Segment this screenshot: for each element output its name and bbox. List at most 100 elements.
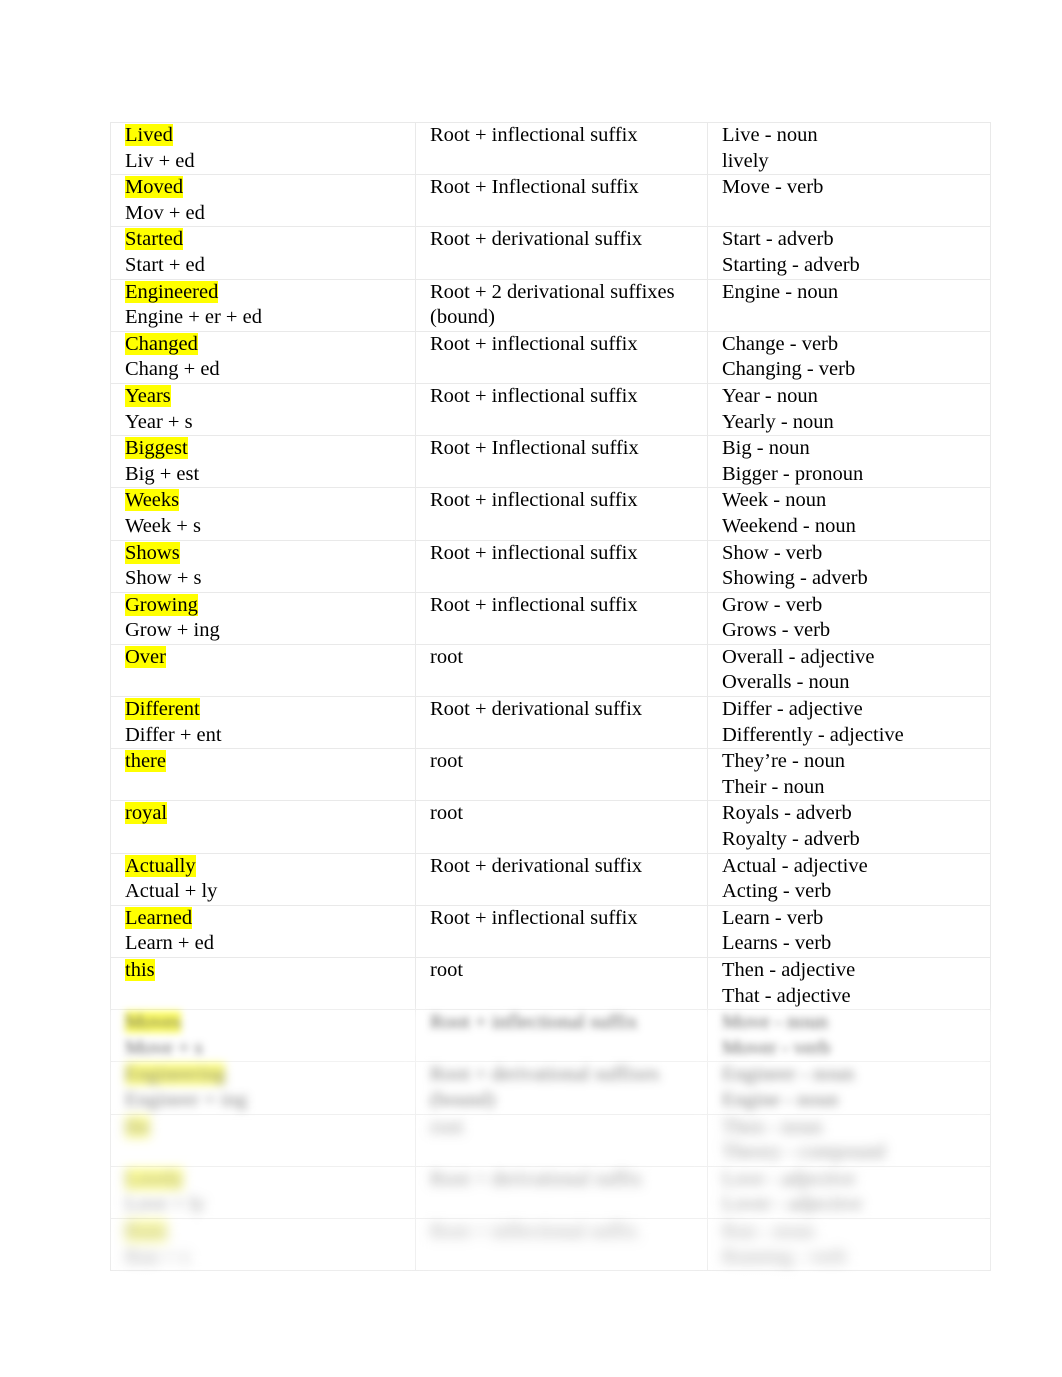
cell-word: Runs Run + s (110, 1217, 416, 1272)
structure-line: Root + inflectional suffix (430, 124, 638, 146)
structure-line: Root + Inflectional suffix (430, 437, 639, 460)
structure-line-2 (430, 670, 707, 696)
related-form-2: lively (722, 149, 769, 172)
structure-line: root (430, 645, 464, 668)
related-form-1: Then - noun (722, 1115, 823, 1138)
cell-related-forms: Week - noun Weekend - noun (707, 487, 991, 541)
cell-word: Started Start + ed (110, 226, 416, 280)
related-form-2: Mover - verb (722, 1036, 831, 1059)
related-form-2: Grows - verb (722, 619, 831, 642)
related-form-2: Running - verb (722, 1245, 847, 1268)
table-row: Actually Actual + ly Root + derivational s… (110, 852, 991, 906)
cell-word: there (110, 748, 416, 802)
related-form-1: Live - noun (722, 124, 818, 146)
cell-structure: Root + 2 derivational suffixes (bound) (415, 278, 708, 332)
table-row: Lived Liv + ed Root + inflectional suffix L… (110, 121, 991, 176)
word-line: Lovely (125, 1167, 415, 1193)
cell-word: Moves Move + s (110, 1009, 416, 1063)
structure-line-2 (430, 566, 707, 592)
highlighted-word: the (125, 1115, 151, 1138)
structure-line-2 (430, 201, 707, 227)
cell-structure: Root + Inflectional suffix (415, 174, 708, 228)
related-form-2 (722, 201, 990, 227)
highlighted-word: Growing (125, 593, 198, 616)
decomposition-line (125, 827, 415, 853)
highlighted-word: Different (125, 698, 200, 721)
related-form-2: Acting - verb (722, 880, 832, 903)
table-row: Weeks Week + s Root + inflectional suffix W… (110, 487, 991, 541)
cell-related-forms: Engine - noun (707, 278, 991, 332)
cell-structure: Root + derivational suffix (415, 1165, 708, 1219)
structure-line-2 (430, 149, 707, 175)
decomposition-line: Engineer + ing (125, 1088, 247, 1111)
cell-word: this (110, 956, 416, 1011)
cell-related-forms: Grow - verb Grows - verb (707, 591, 991, 645)
cell-related-forms: Show - verb Showing - adverb (707, 539, 991, 593)
cell-structure: Root + inflectional suffix (415, 1009, 708, 1063)
word-line: Runs (125, 1219, 415, 1245)
related-form-1: Run - noun (722, 1219, 815, 1242)
related-form-1: Actual - adjective (722, 854, 868, 877)
word-line: Years (125, 384, 415, 410)
table-row: Engineering Engineer + ing Root + derivati… (110, 1061, 991, 1115)
related-form-1: Overall - adjective (722, 645, 875, 668)
highlighted-word: Runs (125, 1219, 168, 1242)
decomposition-line: Liv + ed (125, 149, 195, 172)
page-bottom-fade (0, 1272, 1062, 1377)
cell-word: Actually Actual + ly (110, 852, 416, 906)
cell-related-forms: Then - noun Theory - compound (707, 1113, 991, 1167)
structure-line-2 (430, 462, 707, 488)
table-row: Different Differ + ent Root + derivational… (110, 696, 991, 750)
highlighted-word: Lovely (125, 1167, 184, 1190)
structure-line: Root + derivational suffixes (430, 1063, 660, 1086)
structure-line-2 (430, 1192, 707, 1218)
decomposition-line (125, 984, 415, 1010)
cell-related-forms: Royals - adverb Royalty - adverb (707, 800, 991, 854)
cell-structure: Root + inflectional suffix (415, 904, 708, 959)
decomposition-line: Chang + ed (125, 358, 220, 381)
cell-related-forms: Change - verb Changing - verb (707, 330, 991, 384)
related-form-2: Royalty - adverb (722, 828, 860, 851)
related-form-2: Overalls - noun (722, 671, 850, 694)
related-form-1: Big - noun (722, 437, 810, 460)
cell-structure: root (415, 800, 708, 854)
word-line: this (125, 958, 415, 984)
structure-line: Root + derivational suffix (430, 854, 643, 877)
word-line: Biggest (125, 436, 415, 462)
cell-structure: root (415, 643, 708, 698)
highlighted-word: Shows (125, 541, 180, 564)
cell-structure: Root + inflectional suffix (415, 121, 708, 176)
word-line: the (125, 1115, 415, 1141)
cell-structure: Root + inflectional suffix (415, 539, 708, 593)
cell-word: Lived Liv + ed (110, 121, 416, 176)
related-form-1: Love - adjective (722, 1167, 856, 1190)
decomposition-line: Week + s (125, 514, 201, 537)
word-line: Moves (125, 1010, 415, 1036)
structure-line: Root + inflectional suffix (430, 541, 638, 564)
structure-line-2 (430, 1036, 707, 1062)
word-line: Different (125, 697, 415, 723)
related-form-2: Their - noun (722, 775, 825, 798)
word-line: Engineered (125, 280, 415, 306)
related-form-2: Engine - noun (722, 1088, 839, 1111)
word-line: Over (125, 645, 415, 671)
cell-related-forms: Start - adverb Starting - adverb (707, 226, 991, 280)
cell-related-forms: Year - noun Yearly - noun (707, 382, 991, 437)
cell-word: Different Differ + ent (110, 696, 416, 750)
cell-structure: Root + inflectional suffix (415, 487, 708, 541)
table-row: Runs Run + s Root + inflectional suffix Run… (110, 1217, 991, 1272)
table-row: royal root Royals - adverb Royalty - adverb (110, 800, 991, 854)
cell-related-forms: Differ - adjective Differently - adjectiv… (707, 696, 991, 750)
word-line: Started (125, 227, 415, 253)
cell-related-forms: Overall - adjective Overalls - noun (707, 643, 991, 698)
decomposition-line: Run + s (125, 1245, 189, 1268)
highlighted-word: Engineered (125, 280, 219, 303)
related-form-1: Royals - adverb (722, 802, 852, 825)
structure-line: Root + inflectional suffix (430, 384, 638, 407)
related-form-2: Showing - adverb (722, 567, 868, 590)
cell-structure: root (415, 1113, 708, 1167)
table-row: Moved Mov + ed Root + Inflectional suffix M… (110, 174, 991, 228)
cell-structure: root (415, 956, 708, 1011)
structure-line-2 (430, 879, 707, 905)
table-row: Started Start + ed Root + derivational suf… (110, 226, 991, 280)
